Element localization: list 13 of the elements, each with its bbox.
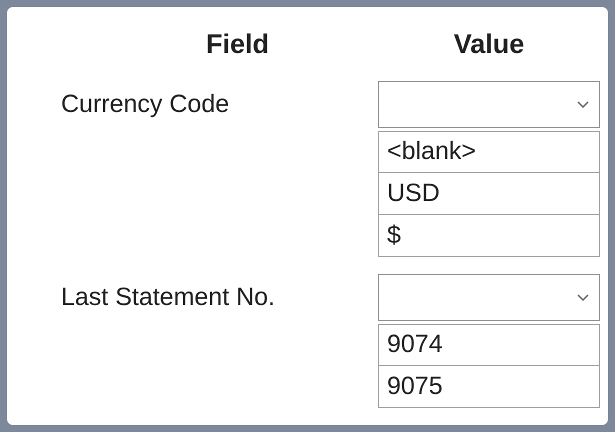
dropdown-option[interactable]: 9074 [378, 324, 600, 366]
chevron-down-icon [577, 101, 589, 108]
dropdown-option[interactable]: 9075 [378, 366, 600, 408]
dropdown[interactable] [378, 274, 600, 321]
field-label: Last Statement No. [61, 282, 276, 313]
column-header: Field [206, 28, 270, 61]
dropdown-option[interactable]: USD [378, 173, 600, 215]
dropdown-option[interactable]: $ [378, 215, 600, 257]
dropdown[interactable] [378, 81, 600, 128]
field-label: Currency Code [61, 88, 230, 120]
chevron-down-icon [577, 294, 589, 301]
dropdown-option[interactable]: <blank> [378, 131, 600, 173]
column-header: Value [454, 28, 524, 61]
